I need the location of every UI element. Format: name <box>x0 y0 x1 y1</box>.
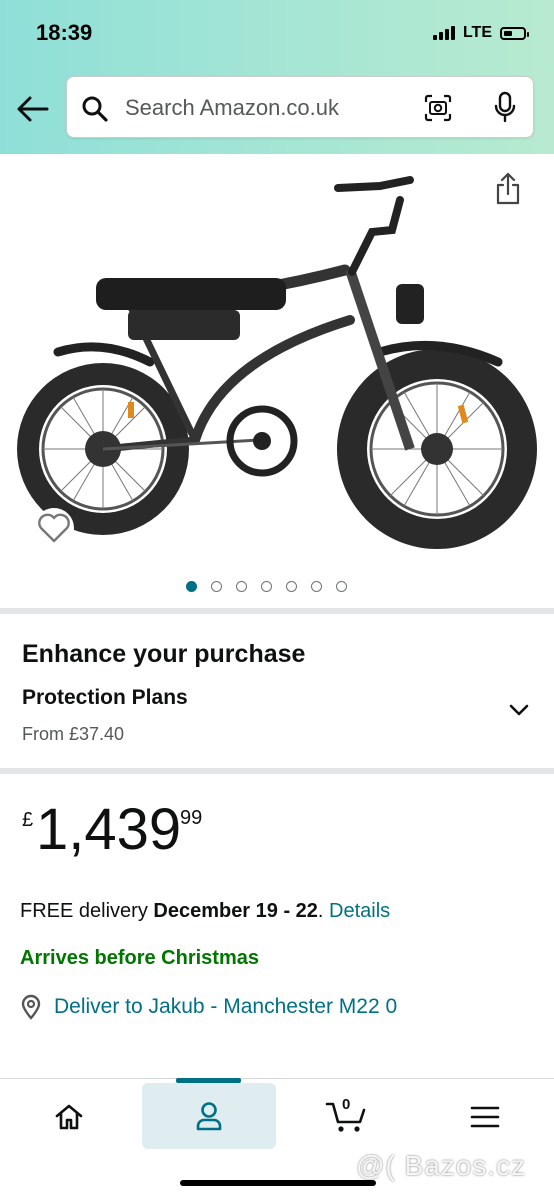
pagination-dot[interactable] <box>211 581 222 592</box>
pagination-dot[interactable] <box>236 581 247 592</box>
divider <box>0 608 554 614</box>
price-fraction: 99 <box>180 807 203 829</box>
location-pin-icon <box>21 994 41 1020</box>
image-pagination <box>186 581 347 592</box>
nav-account[interactable] <box>142 1083 276 1149</box>
pagination-dot[interactable] <box>286 581 297 592</box>
account-icon <box>196 1102 222 1131</box>
christmas-badge: Arrives before Christmas <box>20 947 259 969</box>
camera-search-icon[interactable] <box>423 93 453 123</box>
search-input[interactable] <box>123 91 407 125</box>
delivery-suffix: . <box>317 900 330 922</box>
signal-icon <box>432 26 455 40</box>
microphone-icon[interactable] <box>493 91 517 125</box>
divider <box>0 768 554 774</box>
delivery-prefix: FREE delivery <box>20 900 154 922</box>
delivery-info: FREE delivery December 19 - 22. Details <box>20 900 390 923</box>
watermark: @( Bazos.cz <box>356 1150 527 1181</box>
protection-plans-title[interactable]: Protection Plans <box>22 686 188 710</box>
active-tab-indicator <box>176 1078 241 1083</box>
product-image[interactable] <box>0 154 554 608</box>
pagination-dot[interactable] <box>336 581 347 592</box>
pagination-dot[interactable] <box>311 581 322 592</box>
cart-count: 0 <box>342 1096 351 1113</box>
protection-plans-price: From £37.40 <box>22 724 125 744</box>
home-icon <box>55 1104 83 1130</box>
deliver-to-text: Deliver to Jakub - Manchester M22 0 <box>54 995 398 1018</box>
battery-icon <box>500 26 529 40</box>
details-link[interactable]: Details <box>329 900 390 922</box>
pagination-dot[interactable] <box>261 581 272 592</box>
chevron-down-icon[interactable] <box>506 698 532 724</box>
delivery-dates: December 19 - 22 <box>153 900 318 922</box>
nav-home[interactable] <box>2 1079 136 1155</box>
nav-cart[interactable]: 0 <box>280 1079 414 1155</box>
header: 18:39 LTE <box>0 0 554 154</box>
enhance-title: Enhance your purchase <box>22 640 306 668</box>
price-whole: 1,439 <box>36 797 182 862</box>
back-arrow-icon[interactable] <box>16 94 50 124</box>
bike-image <box>17 176 537 549</box>
network-label: LTE <box>462 24 492 41</box>
nav-menu[interactable] <box>418 1079 552 1155</box>
status-time: 18:39 <box>36 20 93 45</box>
search-bar[interactable] <box>66 76 534 138</box>
share-icon[interactable] <box>494 172 522 206</box>
menu-icon <box>470 1106 500 1128</box>
deliver-to-link[interactable]: Deliver to Jakub - Manchester M22 0 <box>20 994 397 1020</box>
pagination-dot[interactable] <box>186 581 197 592</box>
wishlist-button[interactable] <box>34 508 74 548</box>
price-symbol: £ <box>22 809 34 831</box>
search-icon <box>82 96 108 122</box>
home-indicator <box>180 1180 376 1186</box>
heart-icon <box>38 513 70 543</box>
status-indicators: LTE <box>432 24 529 42</box>
